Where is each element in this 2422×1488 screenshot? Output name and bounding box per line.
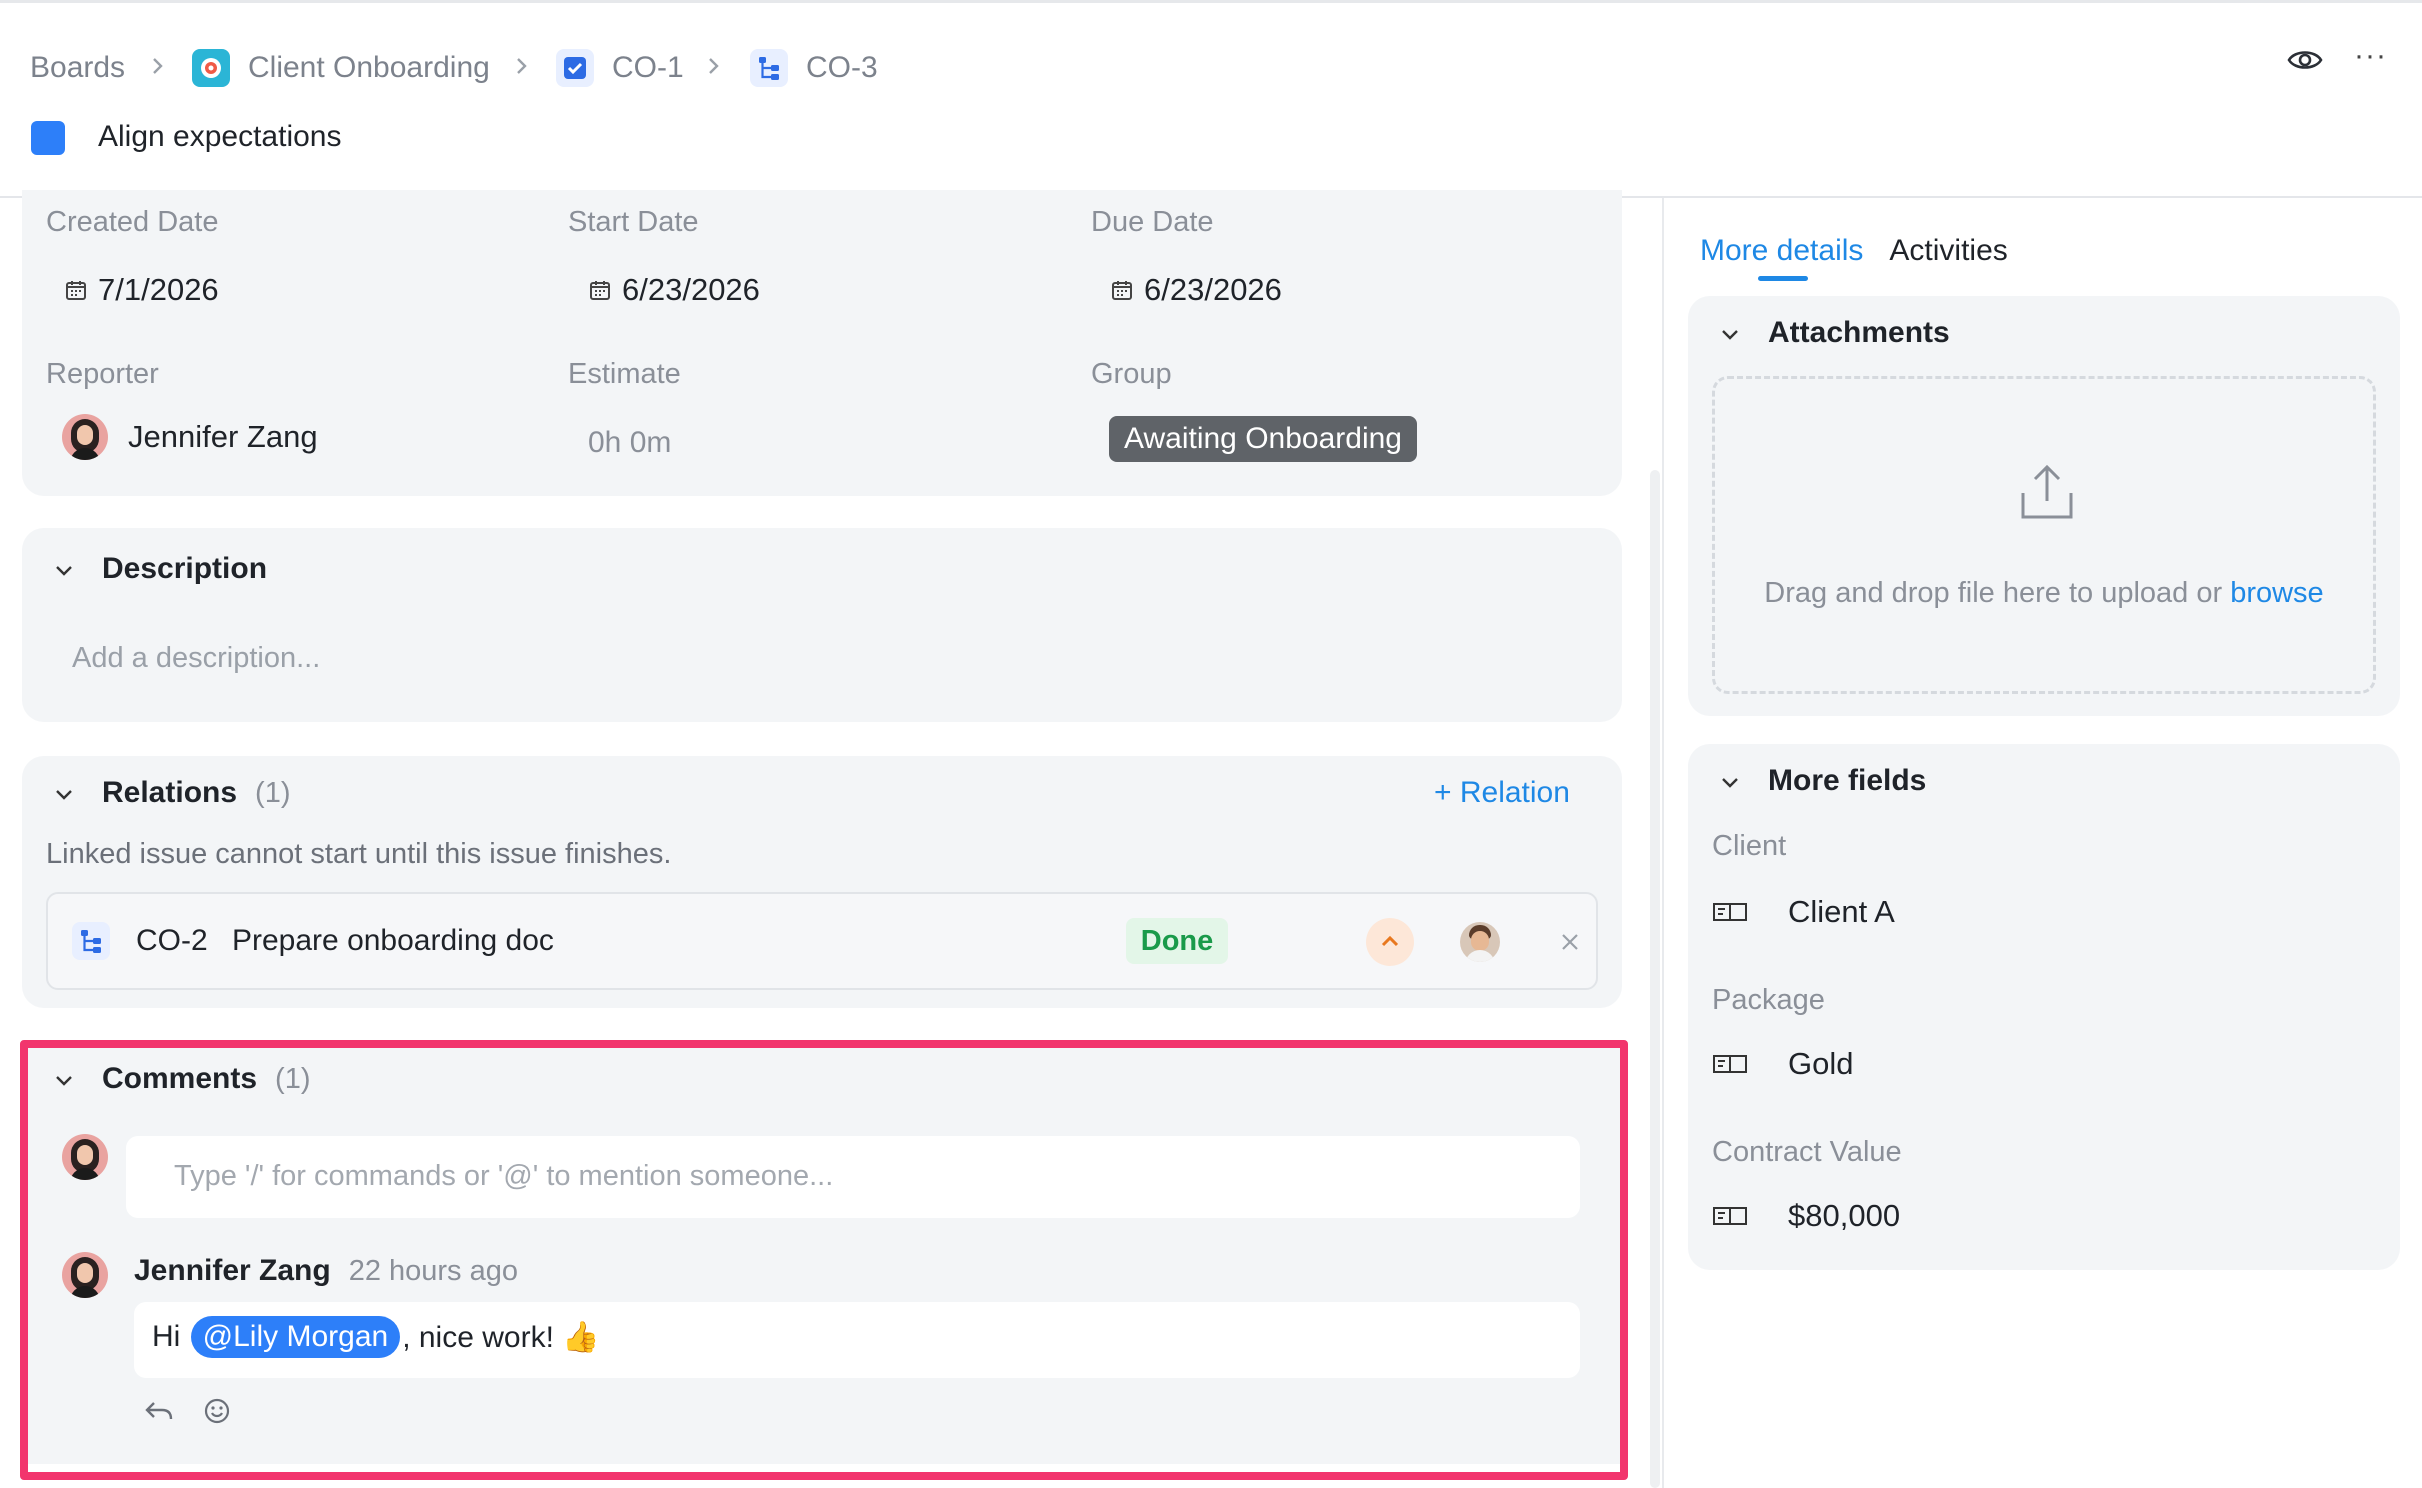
relations-header: Relations (1) [102,776,290,810]
attachments-title: Attachments [1768,316,1950,349]
panel-divider [1662,198,1664,1488]
calendar-icon [590,281,610,300]
upload-text: Drag and drop file here to upload or [1764,577,2231,609]
priority-high-icon[interactable] [1366,918,1414,966]
client-field[interactable]: Client A [1712,894,1895,930]
created-date-label: Created Date [46,206,219,238]
description-placeholder[interactable]: Add a description... [72,642,320,675]
due-date-value: 6/23/2026 [1144,272,1282,307]
browse-link[interactable]: browse [2230,577,2324,609]
relations-count: (1) [255,777,291,809]
created-date-field[interactable]: 7/1/2026 [64,272,219,308]
tab-label: More details [1700,234,1864,267]
breadcrumb-label: CO-3 [806,51,878,84]
package-field[interactable]: Gold [1712,1046,1853,1082]
watch-eye-icon[interactable] [2287,45,2323,75]
chevron-right-icon [709,58,719,74]
due-date-field[interactable]: 6/23/2026 [1110,272,1282,308]
chevron-right-icon [153,58,163,74]
board-icon [192,49,230,87]
field-type-icon [1713,1055,1747,1073]
tab-more-details[interactable]: More details [1700,234,1864,281]
package-label: Package [1712,984,1825,1016]
contract-value-label: Contract Value [1712,1136,1902,1168]
field-type-icon [1713,1207,1747,1225]
breadcrumb-co-1[interactable]: CO-1 [556,47,684,89]
start-date-value: 6/23/2026 [622,272,760,307]
calendar-icon [1112,281,1132,300]
subtask-icon [750,49,788,87]
active-tab-indicator [1758,276,1808,281]
relations-card: Relations (1) + Relation Linked issue ca… [22,756,1622,1008]
relation-row[interactable]: CO-2 Prepare onboarding doc Done [46,892,1598,990]
chevron-right-icon [517,58,527,74]
avatar [62,414,108,460]
task-color-icon[interactable] [31,121,65,155]
side-tabs: More details Activities [1700,234,2008,281]
chevron-down-icon[interactable] [52,782,76,806]
due-date-label: Due Date [1091,206,1214,238]
chevron-down-icon[interactable] [52,558,76,582]
status-badge[interactable]: Done [1126,918,1228,964]
task-title[interactable]: Align expectations [98,120,342,154]
upload-text-row: Drag and drop file here to upload or bro… [1715,577,2373,610]
task-header: Boards Client Onboarding CO-1 CO-3 ··· A… [0,3,2422,198]
more-fields-title: More fields [1768,764,1927,797]
created-date-value: 7/1/2026 [98,272,219,307]
chevron-down-icon[interactable] [1718,770,1742,794]
attachments-card: Attachments Drag and drop file here to u… [1688,296,2400,716]
breadcrumb-client-onboarding[interactable]: Client Onboarding [192,47,490,89]
highlight-frame [20,1040,1628,1480]
subtask-icon [72,922,110,960]
estimate-label: Estimate [568,358,681,390]
tab-activities[interactable]: Activities [1889,234,2007,268]
description-title: Description [102,552,268,585]
start-date-label: Start Date [568,206,699,238]
contract-value-field[interactable]: $80,000 [1712,1198,1900,1234]
field-type-icon [1713,903,1747,921]
package-value: Gold [1788,1046,1854,1081]
description-card: Description Add a description... [22,528,1622,722]
more-fields-card: More fields Client Client A Package Gold… [1688,744,2400,1270]
start-date-field[interactable]: 6/23/2026 [588,272,760,308]
checkbox-task-icon [556,49,594,87]
breadcrumb-boards[interactable]: Boards [30,47,125,89]
reporter-field[interactable]: Jennifer Zang [62,414,318,460]
close-icon[interactable] [1558,930,1582,954]
calendar-icon [66,281,86,300]
relation-title[interactable]: Prepare onboarding doc [232,924,554,958]
breadcrumb-label: Boards [30,51,126,84]
chevron-down-icon[interactable] [1718,322,1742,346]
add-relation-button[interactable]: + Relation [1434,776,1570,810]
client-label: Client [1712,830,1787,862]
more-options-icon[interactable]: ··· [2354,39,2387,73]
client-value: Client A [1788,894,1895,929]
estimate-value[interactable]: 0h 0m [588,426,671,460]
tab-label: Activities [1889,234,2008,267]
breadcrumb-label: CO-1 [612,51,684,84]
group-label: Group [1091,358,1172,390]
group-tag[interactable]: Awaiting Onboarding [1109,416,1417,462]
reporter-label: Reporter [46,358,159,390]
assignee-avatar[interactable] [1460,922,1500,962]
breadcrumb-co-3[interactable]: CO-3 [750,47,878,89]
relations-note: Linked issue cannot start until this iss… [46,838,672,870]
relations-title: Relations [102,776,238,809]
contract-value-value: $80,000 [1788,1198,1901,1233]
upload-dropzone[interactable]: Drag and drop file here to upload or bro… [1712,376,2376,694]
upload-icon [2021,464,2073,519]
reporter-name: Jennifer Zang [128,419,318,454]
fields-card: Created Date 7/1/2026 Start Date 6/23/20… [22,190,1622,496]
scrollbar[interactable] [1650,470,1660,1488]
relation-key[interactable]: CO-2 [136,924,208,958]
breadcrumb-label: Client Onboarding [248,51,490,84]
